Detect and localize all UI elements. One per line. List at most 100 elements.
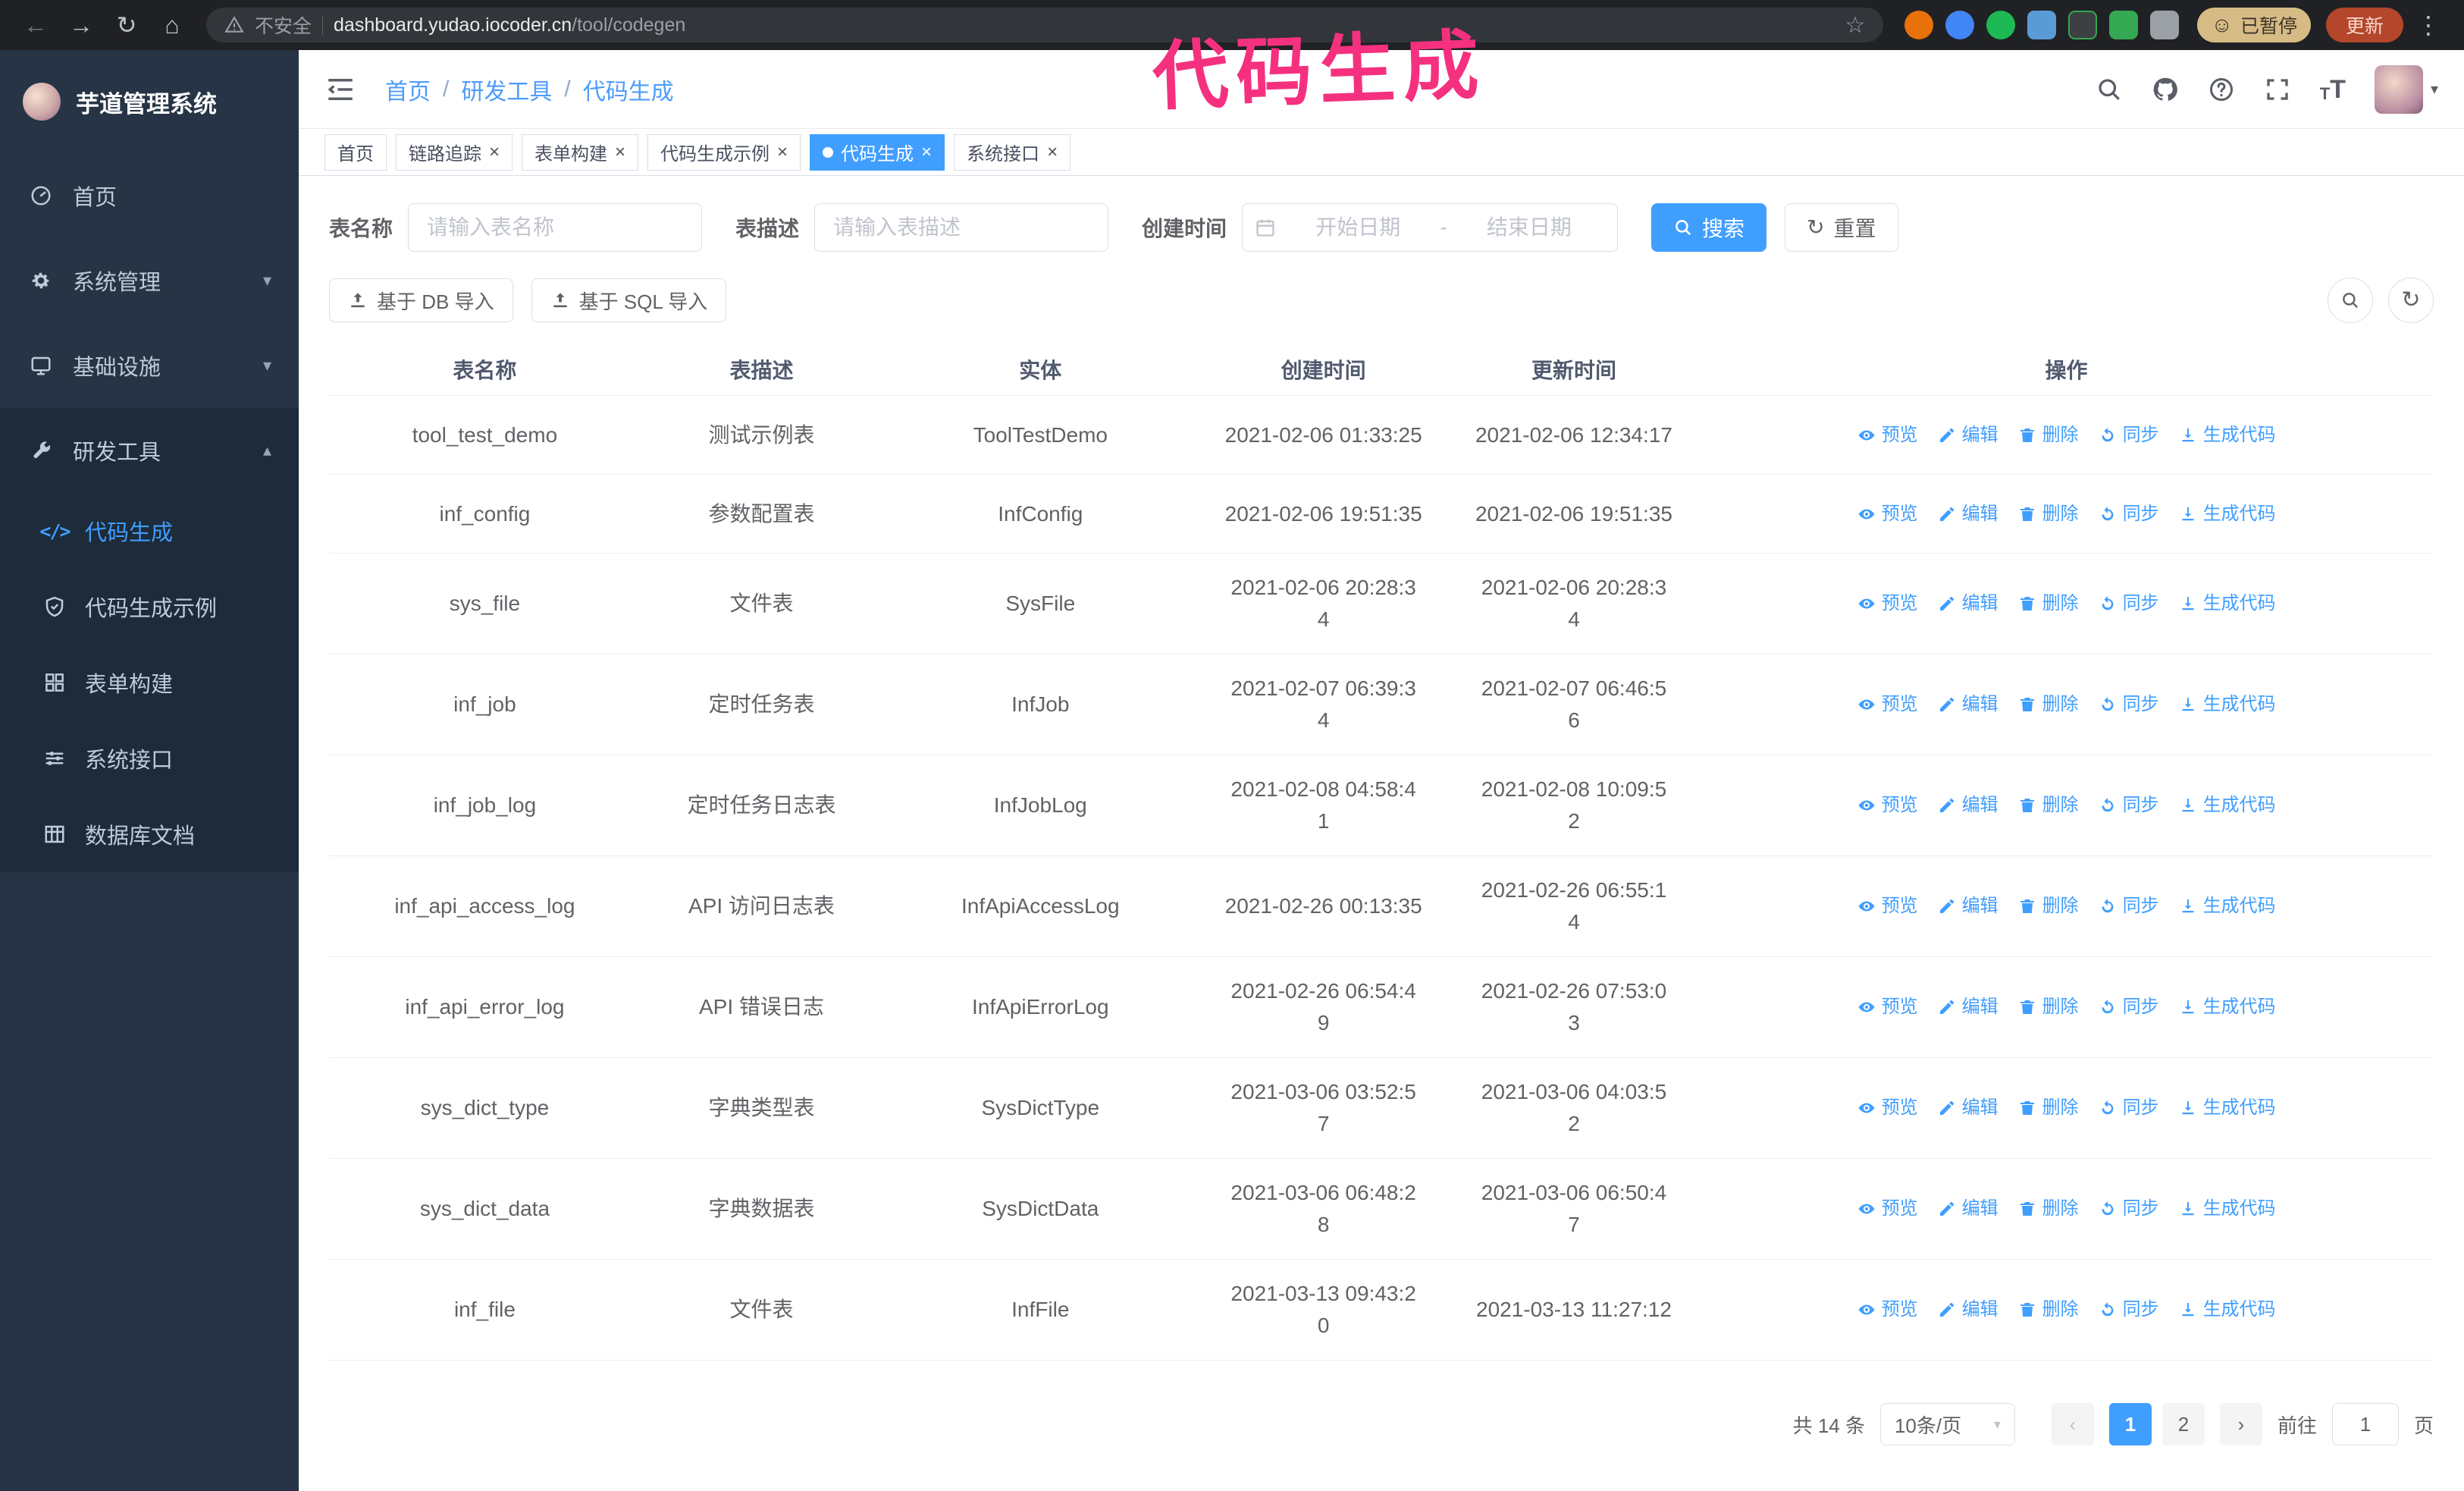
page-button-1[interactable]: 1 xyxy=(2108,1403,2152,1445)
breadcrumb-item[interactable]: 研发工具 xyxy=(461,73,552,106)
action-edit-link[interactable]: 编辑 xyxy=(1938,419,1998,451)
action-edit-link[interactable]: 编辑 xyxy=(1938,789,1998,821)
extension-icon[interactable] xyxy=(1945,11,1975,39)
action-delete-link[interactable]: 删除 xyxy=(2018,419,2079,451)
home-icon[interactable]: ⌂ xyxy=(152,5,193,46)
breadcrumb-item[interactable]: 首页 xyxy=(385,73,431,106)
close-icon[interactable]: × xyxy=(489,143,500,162)
breadcrumb-item[interactable]: 代码生成 xyxy=(583,73,674,106)
action-download-link[interactable]: 生成代码 xyxy=(2179,991,2276,1023)
chrome-menu-icon[interactable]: ⋮ xyxy=(2408,5,2449,46)
action-edit-link[interactable]: 编辑 xyxy=(1938,1193,1998,1225)
action-download-link[interactable]: 生成代码 xyxy=(2179,1193,2276,1225)
action-sync-link[interactable]: 同步 xyxy=(2099,991,2159,1023)
action-download-link[interactable]: 生成代码 xyxy=(2179,419,2276,451)
reload-icon[interactable]: ↻ xyxy=(106,5,147,46)
action-eye-link[interactable]: 预览 xyxy=(1857,419,1918,451)
action-eye-link[interactable]: 预览 xyxy=(1857,1193,1918,1225)
action-edit-link[interactable]: 编辑 xyxy=(1938,890,1998,922)
import-sql-button[interactable]: 基于 SQL 导入 xyxy=(531,278,727,322)
action-edit-link[interactable]: 编辑 xyxy=(1938,689,1998,720)
font-size-icon[interactable]: TT xyxy=(2320,77,2346,102)
search-button[interactable]: 搜索 xyxy=(1651,203,1767,252)
action-download-link[interactable]: 生成代码 xyxy=(2179,498,2276,530)
sidebar-subitem-1[interactable]: 代码生成示例 xyxy=(0,569,299,645)
action-download-link[interactable]: 生成代码 xyxy=(2179,789,2276,821)
action-edit-link[interactable]: 编辑 xyxy=(1938,588,1998,620)
reset-button[interactable]: ↻ 重置 xyxy=(1785,203,1898,252)
sidebar-subitem-0[interactable]: </> 代码生成 xyxy=(0,493,299,569)
action-edit-link[interactable]: 编辑 xyxy=(1938,1092,1998,1124)
tag-item[interactable]: 系统接口 × xyxy=(954,133,1071,171)
goto-page-input[interactable] xyxy=(2331,1403,2399,1445)
collapse-menu-icon[interactable] xyxy=(324,74,356,105)
search-icon[interactable] xyxy=(2096,76,2123,103)
action-eye-link[interactable]: 预览 xyxy=(1857,689,1918,720)
action-delete-link[interactable]: 删除 xyxy=(2018,991,2079,1023)
sidebar-item-0[interactable]: 首页 xyxy=(0,153,299,238)
action-sync-link[interactable]: 同步 xyxy=(2099,1092,2159,1124)
forward-icon[interactable]: → xyxy=(61,5,102,46)
import-db-button[interactable]: 基于 DB 导入 xyxy=(329,278,513,322)
end-date-input[interactable] xyxy=(1453,215,1606,240)
action-download-link[interactable]: 生成代码 xyxy=(2179,588,2276,620)
extension-icon[interactable] xyxy=(1904,11,1934,39)
tag-item[interactable]: 表单构建 × xyxy=(522,133,639,171)
help-icon[interactable] xyxy=(2208,76,2235,103)
action-delete-link[interactable]: 删除 xyxy=(2018,588,2079,620)
action-sync-link[interactable]: 同步 xyxy=(2099,419,2159,451)
action-delete-link[interactable]: 删除 xyxy=(2018,1092,2079,1124)
user-menu[interactable]: ▾ xyxy=(2374,64,2438,114)
sidebar-item-2[interactable]: 基础设施 ▾ xyxy=(0,323,299,408)
app-logo[interactable]: 芋道管理系统 xyxy=(0,50,299,153)
sidebar-item-3[interactable]: 研发工具 ▴ xyxy=(0,408,299,493)
action-delete-link[interactable]: 删除 xyxy=(2018,498,2079,530)
table-desc-input[interactable] xyxy=(814,203,1109,252)
action-delete-link[interactable]: 删除 xyxy=(2018,1294,2079,1326)
page-size-select[interactable]: 10条/页 ▾ xyxy=(1879,1403,2015,1445)
extension-icon[interactable] xyxy=(2027,11,2057,39)
tag-item[interactable]: 代码生成示例 × xyxy=(647,133,801,171)
extension-icon[interactable] xyxy=(2068,11,2098,39)
back-icon[interactable]: ← xyxy=(15,5,56,46)
start-date-input[interactable] xyxy=(1282,215,1434,240)
next-page-button[interactable]: › xyxy=(2219,1403,2262,1445)
action-download-link[interactable]: 生成代码 xyxy=(2179,689,2276,720)
close-icon[interactable]: × xyxy=(1047,143,1058,162)
action-delete-link[interactable]: 删除 xyxy=(2018,890,2079,922)
github-icon[interactable] xyxy=(2152,76,2179,103)
address-bar[interactable]: 不安全 dashboard.yudao.iocoder.cn/tool/code… xyxy=(206,8,1884,42)
action-download-link[interactable]: 生成代码 xyxy=(2179,890,2276,922)
action-eye-link[interactable]: 预览 xyxy=(1857,789,1918,821)
action-delete-link[interactable]: 删除 xyxy=(2018,789,2079,821)
action-eye-link[interactable]: 预览 xyxy=(1857,498,1918,530)
action-sync-link[interactable]: 同步 xyxy=(2099,1294,2159,1326)
action-sync-link[interactable]: 同步 xyxy=(2099,498,2159,530)
close-icon[interactable]: × xyxy=(921,143,932,162)
tag-item[interactable]: 首页 xyxy=(324,133,387,171)
extension-icon[interactable] xyxy=(2109,11,2139,39)
action-sync-link[interactable]: 同步 xyxy=(2099,689,2159,720)
sidebar-item-1[interactable]: 系统管理 ▾ xyxy=(0,238,299,323)
action-download-link[interactable]: 生成代码 xyxy=(2179,1092,2276,1124)
sidebar-subitem-4[interactable]: 数据库文档 xyxy=(0,796,299,872)
paused-badge[interactable]: ☺ 已暂停 xyxy=(2197,8,2311,42)
fullscreen-icon[interactable] xyxy=(2264,76,2291,103)
action-sync-link[interactable]: 同步 xyxy=(2099,890,2159,922)
action-edit-link[interactable]: 编辑 xyxy=(1938,498,1998,530)
tag-item[interactable]: 代码生成 × xyxy=(810,133,945,171)
sidebar-subitem-3[interactable]: 系统接口 xyxy=(0,720,299,796)
action-delete-link[interactable]: 删除 xyxy=(2018,689,2079,720)
sidebar-subitem-2[interactable]: 表单构建 xyxy=(0,645,299,720)
extension-icon[interactable] xyxy=(1986,11,2016,39)
action-download-link[interactable]: 生成代码 xyxy=(2179,1294,2276,1326)
close-icon[interactable]: × xyxy=(777,143,788,162)
toggle-search-button[interactable] xyxy=(2328,278,2373,323)
bookmark-star-icon[interactable]: ☆ xyxy=(1845,12,1865,39)
close-icon[interactable]: × xyxy=(615,143,625,162)
date-range-picker[interactable]: - xyxy=(1242,203,1619,252)
action-delete-link[interactable]: 删除 xyxy=(2018,1193,2079,1225)
action-eye-link[interactable]: 预览 xyxy=(1857,991,1918,1023)
refresh-table-button[interactable]: ↻ xyxy=(2388,278,2434,323)
action-sync-link[interactable]: 同步 xyxy=(2099,1193,2159,1225)
